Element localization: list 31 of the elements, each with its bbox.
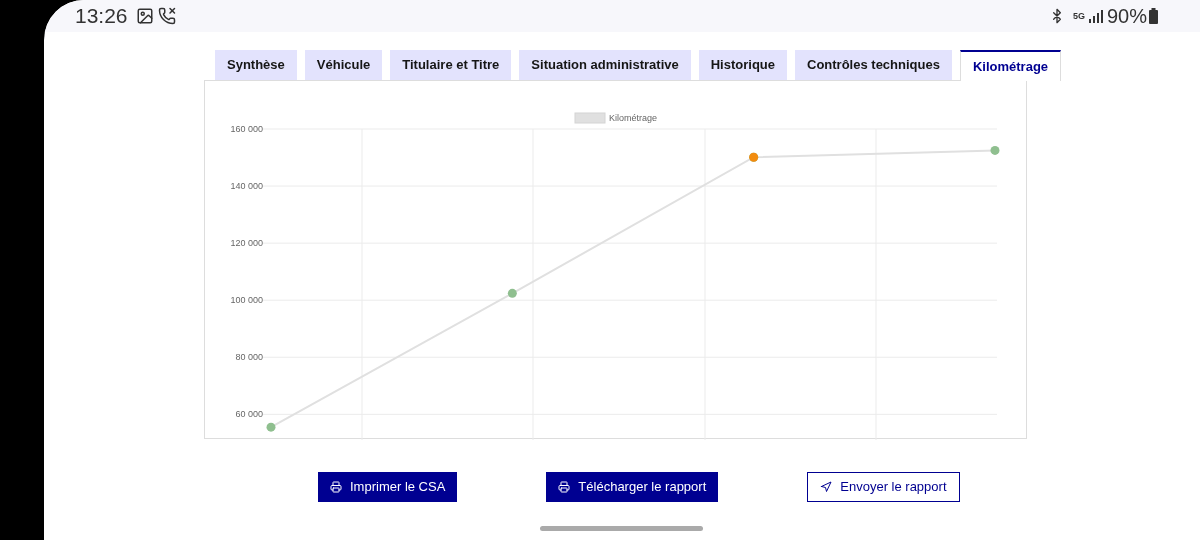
tab[interactable]: Véhicule (304, 50, 383, 80)
tab[interactable]: Situation administrative (519, 50, 691, 80)
tab[interactable]: Kilométrage (959, 50, 1062, 81)
data-point (266, 422, 276, 432)
picture-icon (135, 7, 154, 25)
y-tick-label: 60 000 (235, 409, 263, 420)
action-button[interactable]: Télécharger le rapport (546, 472, 719, 502)
printer-icon (330, 481, 342, 493)
battery-level: 90% (1106, 4, 1147, 29)
legend-swatch (574, 112, 606, 124)
y-tick-label: 140 000 (230, 181, 263, 192)
action-button[interactable]: Envoyer le rapport (807, 472, 960, 502)
printer-icon (558, 481, 571, 493)
legend-label: Kilométrage (609, 113, 658, 123)
action-button[interactable]: Imprimer le CSA (318, 472, 458, 502)
send-icon (820, 481, 833, 493)
data-point (507, 288, 517, 298)
y-tick-label: 80 000 (235, 352, 263, 363)
tab[interactable]: Synthèse (215, 50, 297, 80)
tab[interactable]: Titulaire et Titre (390, 50, 512, 80)
battery-icon (1149, 8, 1158, 24)
y-tick-label: 100 000 (230, 295, 263, 306)
tab[interactable]: Contrôles techniques (795, 50, 952, 80)
tab[interactable]: Historique (698, 50, 787, 80)
missed-call-icon (157, 7, 176, 25)
signal-icon (1088, 9, 1103, 23)
status-time: 13:26 (75, 3, 128, 30)
y-tick-label: 160 000 (230, 124, 263, 134)
network-type: 5G (1072, 11, 1085, 21)
data-point (990, 145, 1000, 155)
y-tick-label: 120 000 (230, 238, 263, 249)
